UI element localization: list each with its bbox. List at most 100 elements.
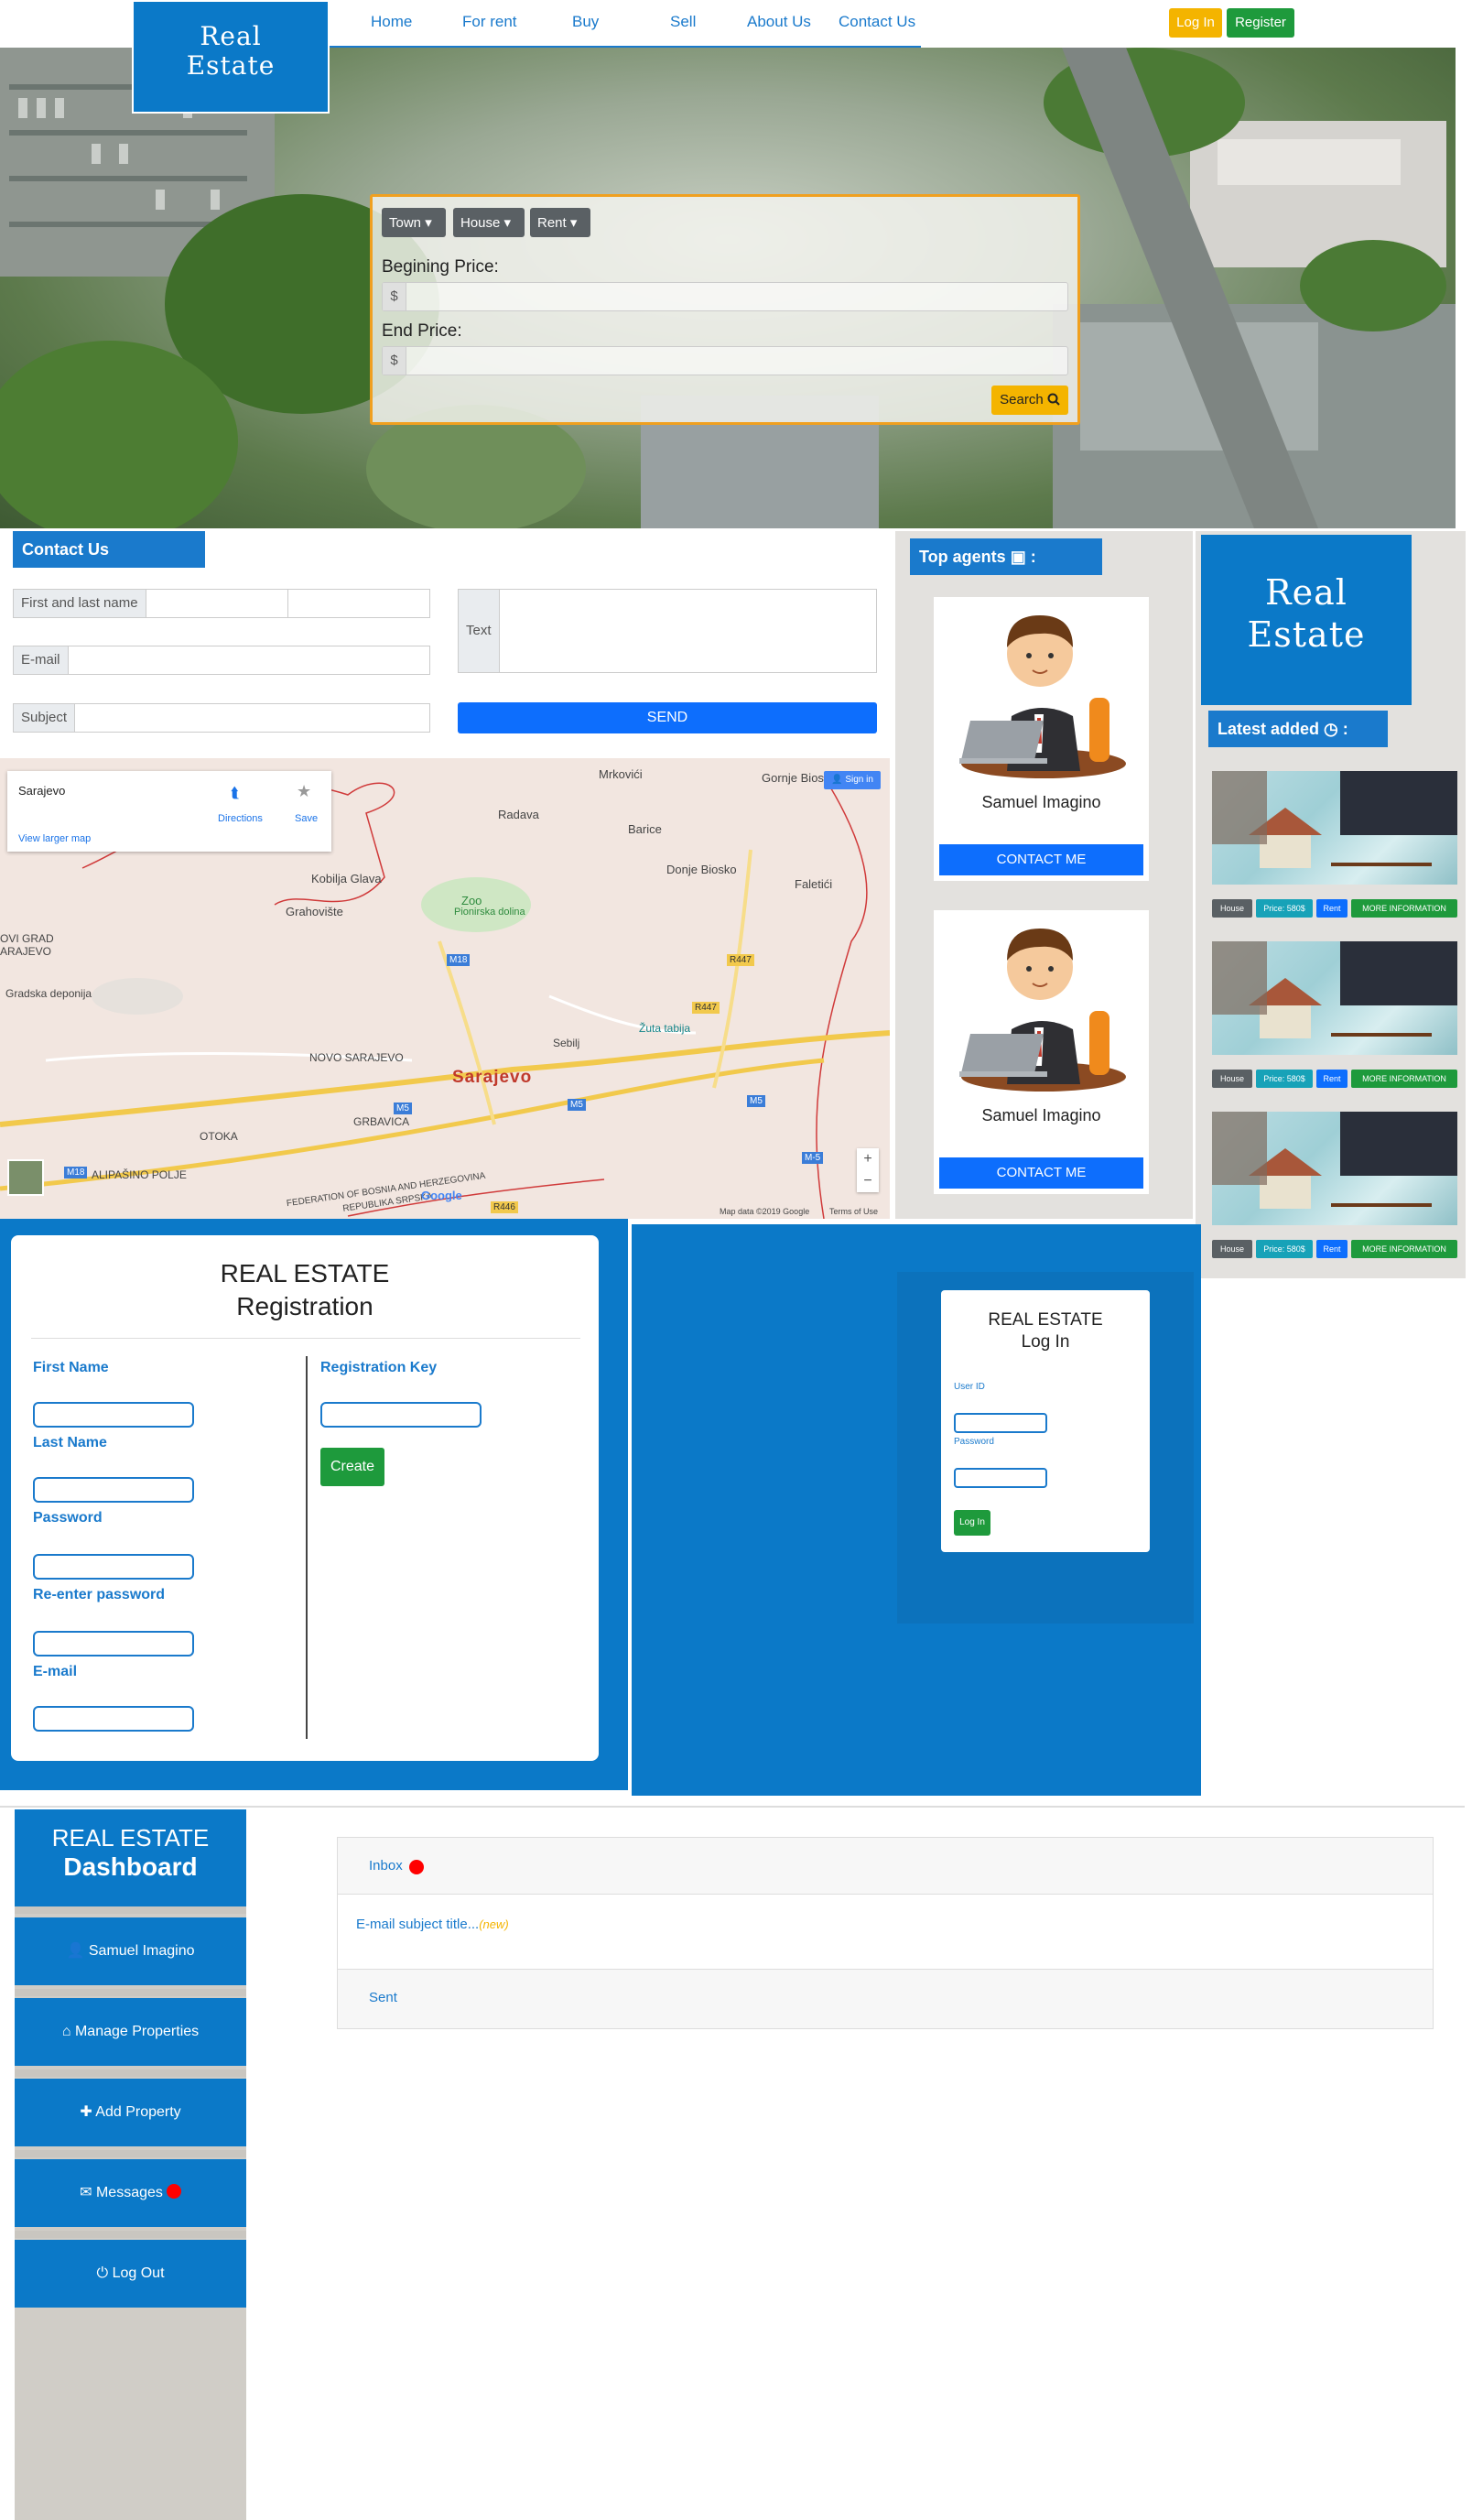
contact-me-button[interactable]: CONTACT ME [939, 844, 1143, 875]
map-terms-link[interactable]: Terms of Use [829, 1207, 878, 1216]
nav-about-us[interactable]: About Us [747, 13, 811, 31]
text-label: Text [459, 590, 500, 672]
sidebar-item-logout[interactable]: ⏻ Log Out [15, 2240, 246, 2308]
last-name-input[interactable] [33, 1477, 194, 1503]
map-town-label: ARAJEVO [0, 945, 52, 958]
last-name-input[interactable] [288, 590, 429, 617]
more-info-button[interactable]: MORE INFORMATION [1351, 1070, 1457, 1088]
house-dropdown[interactable]: House ▾ [453, 208, 525, 237]
register-button[interactable]: Register [1227, 8, 1294, 38]
login-section: REAL ESTATE Log In User ID Password Log … [632, 1224, 1201, 1796]
nav-contact-us[interactable]: Contact Us [839, 13, 915, 31]
login-button[interactable]: Log In [1169, 8, 1222, 38]
power-icon: ⏻ [96, 2265, 109, 2281]
inbox-tab[interactable]: Inbox [338, 1838, 1433, 1895]
directions-icon[interactable]: ⮬ [231, 786, 240, 802]
begin-price-input[interactable]: $ [382, 282, 1068, 311]
satellite-toggle[interactable] [7, 1159, 44, 1196]
reg-email-input[interactable] [33, 1706, 194, 1732]
sidebar-item-label: Manage Properties [74, 2024, 200, 2039]
side-logo-line2: Estate [1247, 614, 1366, 655]
currency-addon: $ [383, 283, 406, 310]
caret-down-icon: ▾ [503, 215, 512, 231]
view-larger-map-link[interactable]: View larger map [18, 833, 91, 844]
name-input-group: First and last name [13, 589, 430, 618]
road-badge: M5 [568, 1099, 586, 1111]
text-area-group[interactable]: Text [458, 589, 877, 673]
road-badge: R447 [727, 954, 754, 966]
notification-dot [166, 2184, 181, 2199]
property-card[interactable]: House Price: 580$ Rent MORE INFORMATION [1212, 941, 1457, 1097]
nav-for-rent[interactable]: For rent [462, 13, 517, 31]
nav-logo[interactable]: Real Estate [132, 0, 330, 114]
property-mode-badge: Rent [1316, 1240, 1348, 1258]
latest-added-panel: Latest added ◷ : House Price: 580$ Rent … [1196, 709, 1466, 1278]
registration-title-line1: REAL ESTATE [220, 1259, 390, 1287]
zoom-in-button[interactable]: + [857, 1148, 879, 1170]
sidebar-separator [15, 1989, 246, 1996]
road-badge: M5 [394, 1102, 412, 1114]
send-button[interactable]: SEND [458, 702, 877, 733]
house-dropdown-label: House [460, 215, 501, 231]
contact-heading: Contact Us [13, 531, 205, 568]
first-name-input[interactable] [33, 1402, 194, 1428]
property-image[interactable] [1212, 1112, 1457, 1225]
login-submit-button[interactable]: Log In [954, 1510, 990, 1536]
nav-buy[interactable]: Buy [572, 13, 599, 31]
inbox-label: Inbox [369, 1858, 403, 1874]
login-password-input[interactable] [954, 1468, 1047, 1488]
more-info-button[interactable]: MORE INFORMATION [1351, 1240, 1457, 1258]
property-card[interactable]: House Price: 580$ Rent MORE INFORMATION [1212, 1112, 1457, 1267]
directions-link[interactable]: Directions [218, 813, 263, 824]
town-dropdown-label: Town [389, 215, 422, 231]
sent-tab[interactable]: Sent [338, 1970, 1433, 2028]
property-image[interactable] [1212, 771, 1457, 885]
more-info-button[interactable]: MORE INFORMATION [1351, 899, 1457, 918]
sidebar-item-manage-properties[interactable]: ⌂ Manage Properties [15, 1998, 246, 2066]
map-signin-button[interactable]: 👤 Sign in [824, 771, 881, 789]
contact-me-button[interactable]: CONTACT ME [939, 1157, 1143, 1189]
email-input-group[interactable]: E-mail [13, 646, 430, 675]
email-list-item[interactable]: E-mail subject title...(new) [338, 1895, 1433, 1970]
road-badge: M18 [447, 954, 471, 966]
side-logo[interactable]: Real Estate [1201, 535, 1412, 705]
property-card[interactable]: House Price: 580$ Rent MORE INFORMATION [1212, 771, 1457, 927]
column-divider [306, 1356, 308, 1739]
caret-down-icon: ▾ [569, 215, 578, 231]
sidebar-separator [15, 2150, 246, 2157]
re-password-input[interactable] [33, 1631, 194, 1656]
map-town-label: Radava [498, 808, 539, 821]
sidebar-separator [15, 2069, 246, 2077]
clock-icon: ◷ [1324, 720, 1338, 738]
side-logo-line1: Real [1265, 572, 1348, 613]
first-name-input[interactable] [147, 590, 288, 617]
rent-dropdown[interactable]: Rent ▾ [530, 208, 590, 237]
sidebar-item-profile[interactable]: 👤 Samuel Imagino [15, 1917, 246, 1985]
password-input[interactable] [33, 1554, 194, 1580]
email-label: E-mail [14, 646, 69, 674]
search-button[interactable]: Search [991, 386, 1068, 415]
zoom-out-button[interactable]: − [857, 1170, 879, 1192]
login-title-line1: REAL ESTATE [988, 1310, 1103, 1330]
nav-sell[interactable]: Sell [670, 13, 696, 31]
sidebar-item-add-property[interactable]: ✚ Add Property [15, 2079, 246, 2146]
subject-input-group[interactable]: Subject [13, 703, 430, 733]
login-title-line2: Log In [1021, 1332, 1070, 1352]
create-button[interactable]: Create [320, 1448, 384, 1486]
agent-card: Samuel Imagino CONTACT ME [934, 910, 1149, 1194]
property-type-badge: House [1212, 1240, 1252, 1258]
user-id-input[interactable] [954, 1413, 1047, 1433]
registration-title-line2: Registration [236, 1292, 373, 1320]
end-price-input[interactable]: $ [382, 346, 1068, 375]
subject-label: Subject [14, 704, 76, 732]
sidebar-item-messages[interactable]: ✉ Messages [15, 2159, 246, 2227]
registration-key-input[interactable] [320, 1402, 482, 1428]
google-map[interactable]: Mrkovići Gornje Biosko Radava Barice Don… [0, 758, 890, 1219]
town-dropdown[interactable]: Town ▾ [382, 208, 446, 237]
map-town-label: Grahovište [286, 905, 343, 918]
star-icon[interactable]: ★ [297, 782, 311, 801]
user-icon: 👤 [831, 775, 843, 785]
save-link[interactable]: Save [295, 813, 318, 824]
nav-home[interactable]: Home [371, 13, 412, 31]
property-image[interactable] [1212, 941, 1457, 1055]
